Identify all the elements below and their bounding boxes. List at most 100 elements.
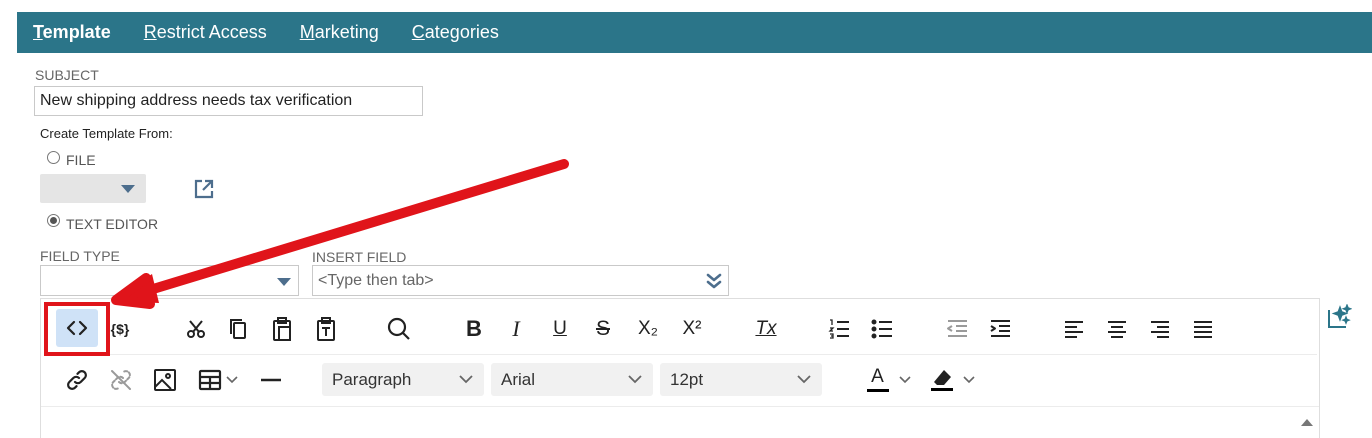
copy-icon: [230, 319, 246, 339]
insert-field-input[interactable]: <Type then tab>: [312, 265, 729, 296]
chevron-down-icon: [225, 376, 238, 384]
subscript-button[interactable]: X₂: [633, 315, 663, 343]
rich-text-editor: {$} B I U S X₂ X² Tx Paragraph Arial 12p…: [40, 298, 1320, 438]
indent-icon: [990, 320, 1010, 337]
cut-button[interactable]: [184, 317, 208, 341]
text-color-icon: A: [866, 366, 889, 392]
highlight-color-button[interactable]: [925, 365, 981, 395]
strikethrough-button[interactable]: S: [591, 315, 615, 343]
toolbar-divider: [55, 354, 1317, 355]
paste-as-text-button[interactable]: [314, 315, 338, 343]
italic-icon: I: [512, 316, 520, 341]
strikethrough-icon: S: [595, 317, 610, 340]
file-select[interactable]: [40, 174, 146, 203]
clipboard-text-icon: [317, 317, 335, 341]
indent-button[interactable]: [988, 317, 1012, 341]
table-button[interactable]: [194, 367, 242, 393]
tab-marketing[interactable]: Marketing: [300, 22, 379, 43]
annotation-highlight-box: [44, 302, 110, 356]
font-size-value: 12pt: [670, 369, 704, 389]
scissors-icon: [187, 320, 205, 338]
clear-formatting-button[interactable]: Tx: [752, 315, 780, 343]
align-right-button[interactable]: [1148, 317, 1172, 341]
tab-label: arketing: [314, 22, 379, 42]
insert-field-placeholder: <Type then tab>: [318, 271, 434, 289]
unlink-button[interactable]: [108, 367, 134, 393]
font-size-select[interactable]: 12pt: [660, 363, 822, 396]
field-type-label: FIELD TYPE: [40, 248, 120, 264]
subject-value: New shipping address needs tax verificat…: [40, 92, 353, 109]
link-button[interactable]: [64, 367, 90, 393]
text-editor-radio[interactable]: [47, 214, 60, 227]
align-center-button[interactable]: [1105, 317, 1129, 341]
align-left-button[interactable]: [1062, 317, 1086, 341]
numbered-list-button[interactable]: [827, 317, 851, 341]
find-button[interactable]: [386, 316, 412, 342]
scroll-up-icon[interactable]: [1299, 415, 1315, 433]
copy-button[interactable]: [226, 316, 250, 342]
align-center-icon: [1108, 321, 1126, 338]
tab-accel: T: [33, 22, 43, 42]
tab-label: ategories: [424, 22, 499, 42]
file-radio-label: FILE: [66, 152, 96, 168]
file-radio[interactable]: [47, 151, 60, 164]
tab-restrict-access[interactable]: Restrict Access: [144, 22, 267, 43]
font-family-value: Arial: [501, 369, 536, 389]
text-color-button[interactable]: A: [861, 365, 917, 395]
horizontal-line-button[interactable]: [258, 367, 284, 393]
justify-button[interactable]: [1191, 317, 1215, 341]
ai-sparkle-icon[interactable]: [1325, 303, 1353, 331]
field-type-select[interactable]: [40, 265, 299, 296]
align-left-icon: [1065, 321, 1083, 338]
chevron-down-icon: [962, 376, 975, 384]
outdent-button[interactable]: [945, 317, 969, 341]
subject-input[interactable]: New shipping address needs tax verificat…: [34, 86, 423, 116]
chevron-down-icon: [797, 375, 811, 384]
tab-label: estrict Access: [156, 22, 267, 42]
highlight-icon: [930, 369, 953, 391]
block-format-select[interactable]: Paragraph: [322, 363, 484, 396]
bold-icon: B: [466, 316, 482, 341]
open-file-icon[interactable]: [192, 177, 216, 201]
bullet-list-button[interactable]: [870, 317, 894, 341]
bold-button[interactable]: B: [462, 315, 486, 343]
text-editor-radio-label: TEXT EDITOR: [66, 216, 159, 232]
superscript-button[interactable]: X²: [677, 315, 707, 343]
chevron-down-icon: [628, 375, 642, 384]
align-right-icon: [1151, 321, 1169, 338]
tab-label: emplate: [42, 22, 111, 42]
table-icon: [198, 369, 221, 391]
horizontal-line-icon: [261, 378, 281, 382]
tab-bar: Template Restrict Access Marketing Categ…: [17, 12, 1372, 53]
chevron-down-icon: [459, 375, 473, 384]
search-icon: [387, 317, 410, 340]
paste-button[interactable]: [270, 315, 294, 343]
underline-icon: U: [553, 318, 567, 339]
bullet-list-icon: [871, 319, 892, 339]
tab-accel: R: [143, 22, 157, 42]
image-icon: [154, 369, 176, 391]
image-button[interactable]: [152, 367, 178, 393]
tab-accel: C: [411, 22, 425, 42]
block-format-value: Paragraph: [332, 369, 412, 389]
text-color-glyph: A: [871, 366, 884, 387]
unlink-icon: [111, 370, 131, 390]
tab-template[interactable]: Template: [33, 22, 111, 43]
chevron-down-icon: [898, 376, 911, 384]
tab-categories[interactable]: Categories: [412, 22, 499, 43]
tab-accel: M: [299, 22, 315, 42]
superscript-icon: X²: [682, 318, 702, 339]
clear-formatting-icon: Tx: [755, 318, 777, 339]
insert-field-label: INSERT FIELD: [312, 249, 407, 265]
font-family-select[interactable]: Arial: [491, 363, 653, 396]
italic-button[interactable]: I: [505, 315, 527, 343]
justify-icon: [1194, 321, 1212, 338]
underline-button[interactable]: U: [548, 315, 572, 343]
chevron-down-icon: [277, 278, 291, 286]
link-icon: [67, 370, 87, 390]
template-variable-button[interactable]: {$}: [107, 315, 133, 343]
text-color-swatch: [866, 389, 889, 392]
create-template-from-label: Create Template From:: [40, 126, 173, 141]
subject-label: SUBJECT: [35, 67, 99, 83]
double-chevron-down-icon: [706, 272, 722, 295]
